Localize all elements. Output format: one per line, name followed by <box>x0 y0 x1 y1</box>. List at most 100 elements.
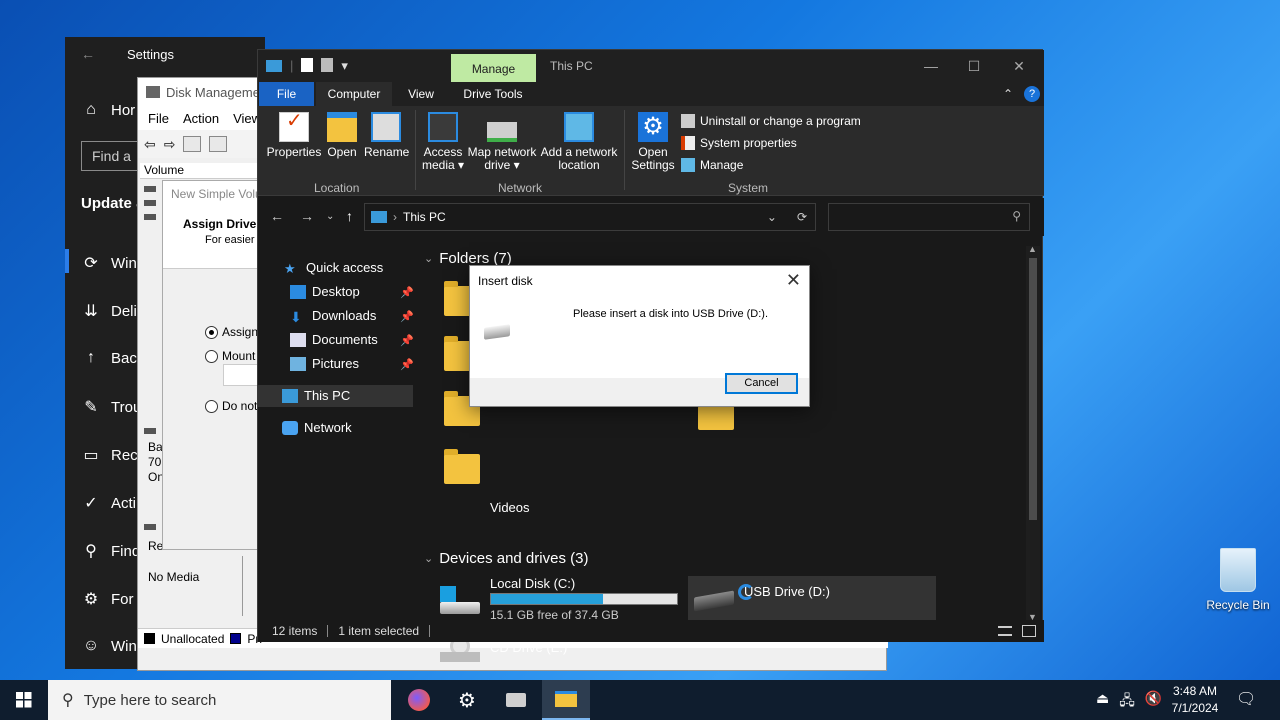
usb-drive-label[interactable]: USB Drive (D:) <box>744 584 830 599</box>
recycle-bin-shortcut[interactable]: Recycle Bin <box>1203 548 1273 612</box>
collapse-ribbon-icon[interactable]: ⌃ <box>998 82 1018 106</box>
refresh-icon[interactable]: ⟳ <box>797 210 807 224</box>
radio-button-selected[interactable] <box>205 325 218 339</box>
minimize-icon[interactable]: — <box>908 54 954 78</box>
maximize-icon[interactable]: ☐ <box>951 54 997 78</box>
videos-label[interactable]: Videos <box>490 500 530 515</box>
blank-page-icon[interactable] <box>321 58 334 72</box>
settings-nav-activation[interactable]: ✓ Acti <box>81 493 136 513</box>
scroll-up-icon[interactable]: ▲ <box>1028 244 1037 254</box>
manage-context-tab[interactable]: Manage <box>451 54 536 82</box>
nav-network[interactable]: Network <box>282 420 352 435</box>
open-settings-button[interactable]: ⚙ Open Settings <box>630 112 676 172</box>
recent-locations-icon[interactable]: ⌄ <box>326 211 334 222</box>
cd-drive-label[interactable]: CD Drive (E:) <box>490 640 567 655</box>
taskbar-clock[interactable]: 3:48 AM 7/1/2024 <box>1160 683 1230 717</box>
access-media-button[interactable]: Access media ▾ <box>420 112 466 172</box>
taskbar-disk-management[interactable] <box>492 680 540 720</box>
local-disk-label[interactable]: Local Disk (C:) <box>490 576 575 591</box>
menu-file[interactable]: File <box>148 111 169 126</box>
local-disk-icon[interactable] <box>438 586 482 620</box>
settings-nav-windows-insider[interactable]: ☺ Win <box>81 637 137 655</box>
radio-button[interactable] <box>205 349 218 363</box>
ribbon: ✓ Properties Open Rename Access media ▾ … <box>258 106 1044 196</box>
forward-arrow-icon[interactable]: → <box>300 208 314 224</box>
videos-folder-icon[interactable] <box>444 449 480 484</box>
settings-nav-for-developers[interactable]: ⚙ For <box>81 589 134 609</box>
manage-button[interactable]: Manage <box>681 158 743 172</box>
settings-nav-backup[interactable]: ↑ Bacl <box>81 349 140 367</box>
settings-nav-windows-update[interactable]: ⟳ Win <box>81 253 137 273</box>
help-icon[interactable] <box>209 136 228 152</box>
settings-nav-home[interactable]: ⌂ Hor <box>81 101 135 119</box>
large-icons-view-icon[interactable] <box>1022 625 1036 637</box>
cancel-button[interactable]: Cancel <box>725 373 798 394</box>
pin-icon[interactable]: 📌 <box>400 310 414 323</box>
nav-pictures[interactable]: Pictures <box>290 356 359 371</box>
console-icon[interactable] <box>183 136 202 152</box>
chevron-down-icon: ⌄ <box>424 253 434 265</box>
taskbar-file-explorer[interactable] <box>542 680 590 720</box>
taskbar-search-box[interactable]: ⚲ Type here to search <box>48 680 391 720</box>
disk-management-icon <box>506 693 526 707</box>
add-network-location-button[interactable]: Add a network location <box>540 112 618 172</box>
rename-button[interactable]: Rename <box>364 112 409 159</box>
back-arrow-icon[interactable]: ⇦ <box>144 136 156 153</box>
properties-check-icon[interactable] <box>301 58 314 72</box>
pin-icon[interactable]: 📌 <box>400 358 414 371</box>
settings-nav-delivery[interactable]: ⇊ Deli <box>81 301 137 321</box>
scrollbar-thumb[interactable] <box>1029 258 1037 520</box>
devices-group-header[interactable]: ⌄ Devices and drives (3) <box>424 550 588 567</box>
close-icon[interactable]: ✕ <box>786 270 801 291</box>
map-network-drive-button[interactable]: Map network drive ▾ <box>466 112 538 172</box>
taskbar-settings[interactable]: ⚙ <box>443 680 491 720</box>
tab-drive-tools[interactable]: Drive Tools <box>456 82 530 106</box>
menu-action[interactable]: Action <box>183 111 219 126</box>
pin-icon[interactable]: 📌 <box>400 334 414 347</box>
uninstall-program-button[interactable]: Uninstall or change a program <box>681 114 861 128</box>
settings-nav-troubleshoot[interactable]: ✎ Trou <box>81 397 141 417</box>
usb-drive-icon[interactable] <box>694 590 738 614</box>
disk-icon <box>144 428 156 434</box>
tab-computer[interactable]: Computer <box>316 82 392 106</box>
address-dropdown-icon[interactable]: ⌄ <box>767 210 777 224</box>
folder-icon[interactable] <box>698 401 734 430</box>
radio-assign-letter[interactable]: Assign t <box>205 325 265 339</box>
back-arrow-icon[interactable]: ← <box>270 208 284 224</box>
properties-button[interactable]: ✓ Properties <box>266 111 322 159</box>
search-input[interactable]: ⚲ <box>828 203 1030 231</box>
open-button[interactable]: Open <box>324 112 360 159</box>
no-media-label: No Media <box>148 570 200 584</box>
windows-logo-icon <box>16 692 32 708</box>
qat-dropdown-icon[interactable]: ▾ <box>341 58 348 74</box>
notification-icon[interactable]: 🗨 <box>1236 689 1256 709</box>
system-properties-button[interactable]: System properties <box>681 136 797 150</box>
close-icon[interactable]: ✕ <box>996 54 1042 78</box>
radio-button[interactable] <box>205 399 218 413</box>
content-scrollbar[interactable]: ▲ ▼ <box>1026 244 1040 622</box>
recycle-bin-label: Recycle Bin <box>1206 598 1270 612</box>
nav-desktop[interactable]: Desktop <box>290 284 360 299</box>
nav-this-pc[interactable]: This PC <box>282 388 350 403</box>
tab-view[interactable]: View <box>398 82 444 106</box>
back-arrow-icon[interactable]: ← <box>81 46 105 62</box>
details-view-icon[interactable] <box>998 626 1012 636</box>
nav-documents[interactable]: Documents <box>290 332 378 347</box>
help-icon[interactable]: ? <box>1024 86 1040 102</box>
taskbar-firefox[interactable] <box>395 680 443 720</box>
settings-nav-recovery[interactable]: ▭ Rec <box>81 445 137 465</box>
usb-eject-icon[interactable]: ⏏ <box>1096 690 1109 714</box>
download-icon: ⬇ <box>290 308 302 325</box>
pin-icon[interactable]: 📌 <box>400 286 414 299</box>
tab-file[interactable]: File <box>259 82 314 106</box>
settings-nav-find-device[interactable]: ⚲ Find <box>81 541 140 561</box>
start-button[interactable] <box>0 680 48 720</box>
insider-icon: ☺ <box>82 637 100 654</box>
up-arrow-icon[interactable]: ↑ <box>346 208 353 224</box>
volume-column-header[interactable]: Volume <box>140 163 260 179</box>
network-icon[interactable]: 🖧 <box>1119 690 1135 714</box>
address-bar[interactable]: › This PC ⌄ ⟳ <box>364 203 816 231</box>
forward-arrow-icon[interactable]: ⇨ <box>164 136 176 153</box>
nav-downloads[interactable]: ⬇ Downloads <box>290 308 376 325</box>
nav-quick-access[interactable]: ★ Quick access <box>284 260 383 276</box>
